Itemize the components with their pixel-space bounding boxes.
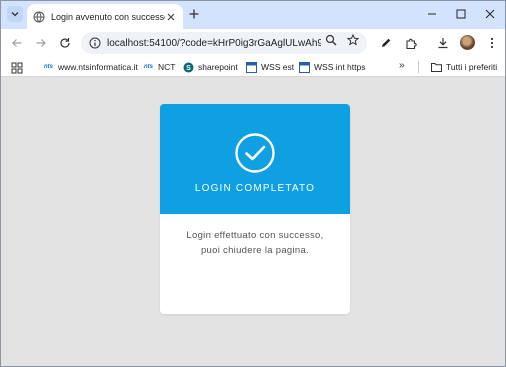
message-line-1: Login effettuato con successo,: [186, 230, 324, 241]
minimize-button[interactable]: [422, 5, 442, 23]
url-text[interactable]: localhost:54100/?code=kHrP0ig3rGaAglULwA…: [107, 38, 321, 49]
pen-extension-button[interactable]: [378, 35, 394, 51]
zoom-icon: [325, 34, 337, 46]
forward-button[interactable]: [33, 35, 49, 51]
reload-icon: [60, 38, 70, 48]
check-circle-icon: [235, 133, 275, 173]
card-message: Login effettuato con successo, puoi chiu…: [160, 228, 350, 258]
wss-icon: [246, 61, 257, 73]
more-vert-icon: [490, 37, 494, 49]
folder-icon: [431, 62, 442, 73]
bookmark-wss-int-https[interactable]: WSS int https: [299, 60, 366, 74]
bookmark-label: www.ntsinformatica.it: [58, 62, 138, 72]
wss-icon: [299, 61, 310, 73]
card-header: LOGIN COMPLETATO: [160, 104, 350, 214]
svg-text:S: S: [186, 65, 191, 72]
back-button[interactable]: [9, 35, 25, 51]
close-window-button[interactable]: [480, 5, 500, 23]
tab-title: Login avvenuto con successo: [51, 11, 165, 22]
bookmark-ntsinformatica[interactable]: nts www.ntsinformatica.it: [43, 60, 138, 74]
site-info-icon[interactable]: [89, 37, 101, 49]
bookmark-label: NCT: [158, 62, 176, 72]
login-success-card: LOGIN COMPLETATO Login effettuato con su…: [160, 104, 350, 314]
bookmark-label: WSS int https: [314, 62, 366, 72]
bookmarks-divider: [418, 61, 419, 73]
bookmark-nct[interactable]: nts NCT: [143, 60, 175, 74]
close-tab-icon[interactable]: [165, 11, 177, 23]
nts-icon: nts: [44, 64, 53, 70]
maximize-icon: [456, 9, 466, 19]
minimize-icon: [428, 13, 436, 15]
message-line-2: puoi chiudere la pagina.: [200, 245, 310, 256]
folder-label: Tutti i preferiti: [446, 62, 498, 72]
close-icon: [485, 9, 495, 19]
globe-icon: [33, 11, 45, 23]
star-icon: [347, 34, 359, 46]
bookmark-label: WSS est: [261, 62, 295, 72]
active-tab[interactable]: Login avvenuto con successo: [27, 4, 183, 29]
card-title: LOGIN COMPLETATO: [194, 183, 316, 194]
maximize-button[interactable]: [451, 5, 471, 23]
new-tab-button[interactable]: [187, 7, 201, 21]
apps-grid-icon[interactable]: [11, 61, 23, 74]
chevron-down-icon: [11, 12, 19, 17]
other-bookmarks-folder[interactable]: Tutti i preferiti: [431, 60, 497, 74]
puzzle-icon: [405, 38, 417, 49]
sharepoint-icon: S: [183, 62, 194, 73]
bookmark-star-button[interactable]: [346, 33, 360, 47]
tab-strip: Login avvenuto con successo: [1, 1, 505, 29]
arrow-left-icon: [12, 39, 22, 47]
nts-icon: nts: [144, 64, 153, 70]
pen-icon: [382, 38, 391, 47]
reload-button[interactable]: [57, 35, 73, 51]
page-content: LOGIN COMPLETATO Login effettuato con su…: [1, 78, 505, 366]
bookmark-wss-est[interactable]: WSS est: [246, 60, 294, 74]
bookmarks-overflow-button[interactable]: »: [399, 60, 405, 71]
menu-button[interactable]: [484, 35, 500, 51]
browser-window: Login avvenuto con successo localhost:54…: [0, 0, 506, 367]
bookmarks-bar: nts www.ntsinformatica.it nts NCT S shar…: [1, 57, 505, 77]
bookmark-sharepoint[interactable]: S sharepoint: [183, 60, 238, 74]
browser-toolbar: localhost:54100/?code=kHrP0ig3rGaAglULwA…: [1, 29, 505, 57]
profile-avatar[interactable]: [460, 35, 475, 50]
downloads-button[interactable]: [435, 35, 451, 51]
plus-icon: [189, 9, 199, 19]
zoom-button[interactable]: [324, 33, 338, 47]
arrow-right-icon: [36, 39, 46, 47]
tab-search-button[interactable]: [7, 6, 23, 22]
extensions-button[interactable]: [403, 35, 419, 51]
bookmark-label: sharepoint: [198, 62, 238, 72]
download-icon: [438, 38, 448, 49]
